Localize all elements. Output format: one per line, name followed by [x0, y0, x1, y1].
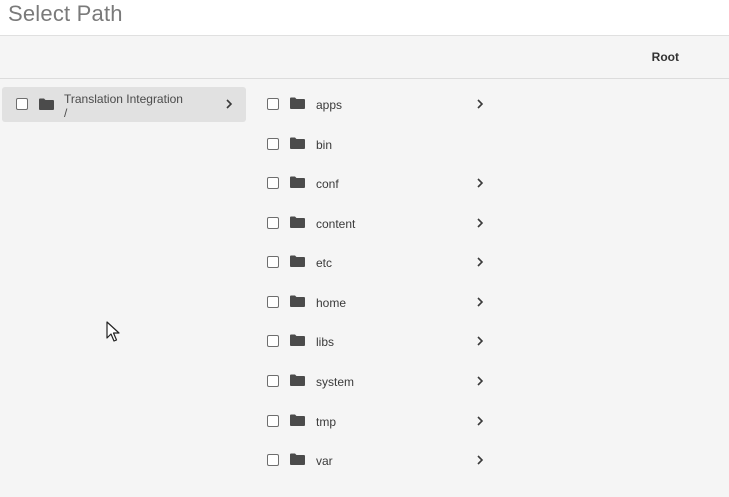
- column-item-label: system: [316, 375, 355, 389]
- column-item-translation-integration[interactable]: Translation Integration /: [2, 87, 246, 122]
- column-item-label: apps: [316, 98, 343, 112]
- item-checkbox[interactable]: [267, 256, 279, 268]
- column-header-bar: Root: [0, 36, 729, 79]
- mouse-pointer-icon: [106, 321, 120, 342]
- chevron-right-icon[interactable]: [476, 376, 484, 386]
- folder-icon: [290, 414, 305, 426]
- dialog-title: Select Path: [8, 1, 123, 26]
- column-item-var[interactable]: var: [258, 445, 498, 475]
- chevron-right-icon[interactable]: [225, 99, 233, 109]
- folder-icon: [290, 137, 305, 149]
- folder-icon: [290, 216, 305, 228]
- column-item-label: tmp: [316, 415, 337, 429]
- folder-icon: [290, 374, 305, 386]
- folder-icon: [290, 97, 305, 109]
- item-checkbox[interactable]: [267, 138, 279, 150]
- column-item-etc[interactable]: etc: [258, 247, 498, 277]
- column-item-label: Translation Integration /: [64, 92, 183, 120]
- item-checkbox[interactable]: [267, 454, 279, 466]
- column-item-tmp[interactable]: tmp: [258, 406, 498, 436]
- folder-icon: [39, 98, 54, 110]
- chevron-right-icon[interactable]: [476, 455, 484, 465]
- chevron-right-icon[interactable]: [476, 218, 484, 228]
- column-item-label: bin: [316, 138, 333, 152]
- column-item-label: libs: [316, 335, 335, 349]
- item-checkbox[interactable]: [267, 296, 279, 308]
- column-item-label: content: [316, 217, 356, 231]
- column-item-label: home: [316, 296, 347, 310]
- dialog-title-bar: Select Path: [0, 0, 729, 36]
- column-item-apps[interactable]: apps: [258, 89, 498, 119]
- chevron-right-icon[interactable]: [476, 416, 484, 426]
- column-item-label: conf: [316, 177, 339, 191]
- chevron-right-icon[interactable]: [476, 178, 484, 188]
- chevron-right-icon[interactable]: [476, 297, 484, 307]
- item-checkbox[interactable]: [267, 415, 279, 427]
- chevron-right-icon[interactable]: [476, 257, 484, 267]
- item-path: /: [64, 106, 68, 120]
- root-header-label[interactable]: Root: [652, 50, 679, 64]
- column-item-label: etc: [316, 256, 333, 270]
- item-checkbox[interactable]: [267, 98, 279, 110]
- column-view: Translation Integration / apps bin conf con…: [0, 79, 729, 497]
- item-checkbox[interactable]: [267, 375, 279, 387]
- column-item-content[interactable]: content: [258, 208, 498, 238]
- item-checkbox[interactable]: [16, 98, 28, 110]
- folder-icon: [290, 255, 305, 267]
- folder-icon: [290, 334, 305, 346]
- item-checkbox[interactable]: [267, 335, 279, 347]
- folder-icon: [290, 295, 305, 307]
- column-item-libs[interactable]: libs: [258, 326, 498, 356]
- chevron-right-icon[interactable]: [476, 99, 484, 109]
- folder-icon: [290, 176, 305, 188]
- column-item-home[interactable]: home: [258, 287, 498, 317]
- column-item-conf[interactable]: conf: [258, 168, 498, 198]
- item-title: Translation Integration: [64, 92, 183, 106]
- column-item-bin[interactable]: bin: [258, 129, 498, 159]
- column-item-label: var: [316, 454, 333, 468]
- item-checkbox[interactable]: [267, 217, 279, 229]
- folder-icon: [290, 453, 305, 465]
- chevron-right-icon[interactable]: [476, 336, 484, 346]
- column-item-system[interactable]: system: [258, 366, 498, 396]
- item-checkbox[interactable]: [267, 177, 279, 189]
